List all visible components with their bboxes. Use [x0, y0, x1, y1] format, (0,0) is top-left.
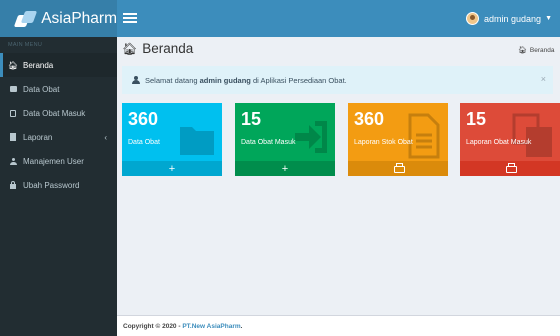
- plus-icon: +: [168, 162, 176, 175]
- copy-icon: [9, 109, 17, 117]
- add-data-obat-button[interactable]: +: [122, 161, 222, 176]
- sidebar-item-label: Ubah Password: [23, 180, 80, 190]
- user-name: admin gudang: [484, 13, 542, 24]
- print-laporan-stok-obat-button[interactable]: [348, 161, 448, 176]
- app-name: AsiaPharm: [41, 9, 117, 27]
- page-title-text: Beranda: [142, 41, 194, 56]
- copy-icon: [512, 113, 552, 157]
- print-laporan-obat-masuk-button[interactable]: [460, 161, 560, 176]
- app-logo[interactable]: AsiaPharm: [0, 0, 117, 37]
- sidebar-item-label: Beranda: [23, 60, 54, 70]
- stat-number: 15: [241, 109, 262, 129]
- print-icon: [393, 163, 405, 173]
- stat-number: 15: [466, 109, 487, 129]
- company-link[interactable]: PT.New AsiaPharm: [182, 323, 240, 330]
- lock-icon: [9, 180, 17, 189]
- stat-label: Laporan Obat Masuk: [466, 139, 532, 146]
- chevron-down-icon: ▼: [545, 15, 552, 22]
- copyright-text: Copyright © 2020 - PT.New AsiaPharm.: [123, 322, 243, 330]
- home-icon: 🏠︎: [518, 47, 527, 54]
- sidebar-item-label: Data Obat Masuk: [23, 108, 86, 118]
- content-header: 🏠︎ Beranda: [122, 41, 193, 56]
- sign-in-icon: [295, 121, 327, 153]
- user-icon: [132, 76, 140, 84]
- sidebar: MAIN MENU 🏠︎ Beranda Data Obat Data Obat…: [0, 37, 117, 336]
- logo-icon: [16, 11, 35, 27]
- sidebar-item-data-obat[interactable]: Data Obat: [0, 77, 117, 101]
- stat-label: Data Obat: [128, 139, 160, 146]
- breadcrumb[interactable]: 🏠︎ Beranda: [518, 46, 555, 55]
- chevron-left-icon: ‹: [104, 132, 107, 142]
- folder-icon: [180, 127, 214, 155]
- stat-box-data-obat-masuk: 15 Data Obat Masuk +: [235, 103, 335, 176]
- sidebar-toggle-button[interactable]: [123, 11, 137, 25]
- file-text-icon: [408, 113, 440, 159]
- top-navbar: AsiaPharm admin gudang ▼: [0, 0, 560, 37]
- add-data-obat-masuk-button[interactable]: +: [235, 161, 335, 176]
- alert-text: Selamat datang admin gudang di Aplikasi …: [145, 75, 347, 85]
- stat-box-laporan-stok-obat: 360 Laporan Stok Obat: [348, 103, 448, 176]
- home-icon: 🏠︎: [122, 41, 138, 56]
- sidebar-item-beranda[interactable]: 🏠︎ Beranda: [0, 53, 117, 77]
- page-title: 🏠︎ Beranda: [122, 41, 193, 56]
- folder-icon: [9, 85, 17, 93]
- file-icon: [9, 133, 17, 141]
- user-menu[interactable]: admin gudang ▼: [466, 0, 552, 37]
- stat-box-data-obat: 360 Data Obat +: [122, 103, 222, 176]
- home-icon: 🏠︎: [7, 60, 19, 70]
- sidebar-item-laporan[interactable]: Laporan ‹: [0, 125, 117, 149]
- sidebar-header: MAIN MENU: [8, 42, 43, 48]
- main-footer: Copyright © 2020 - PT.New AsiaPharm.: [117, 315, 560, 336]
- stat-label: Laporan Stok Obat: [354, 139, 413, 146]
- stat-label: Data Obat Masuk: [241, 139, 296, 146]
- sidebar-item-label: Data Obat: [23, 84, 60, 94]
- avatar: [466, 12, 480, 25]
- welcome-alert: Selamat datang admin gudang di Aplikasi …: [122, 66, 553, 94]
- breadcrumb-item: Beranda: [529, 46, 555, 54]
- sidebar-item-manajemen-user[interactable]: Manajemen User: [0, 149, 117, 173]
- sidebar-item-label: Manajemen User: [23, 156, 84, 166]
- stat-number: 360: [354, 109, 385, 129]
- sidebar-item-ubah-password[interactable]: Ubah Password: [0, 173, 117, 197]
- user-icon: [9, 157, 17, 165]
- sidebar-item-label: Laporan: [23, 132, 53, 142]
- plus-icon: +: [281, 162, 289, 175]
- stat-number: 360: [128, 109, 159, 129]
- print-icon: [505, 163, 517, 173]
- close-icon[interactable]: ×: [541, 74, 546, 84]
- stat-box-laporan-obat-masuk: 15 Laporan Obat Masuk: [460, 103, 560, 176]
- sidebar-item-data-obat-masuk[interactable]: Data Obat Masuk: [0, 101, 117, 125]
